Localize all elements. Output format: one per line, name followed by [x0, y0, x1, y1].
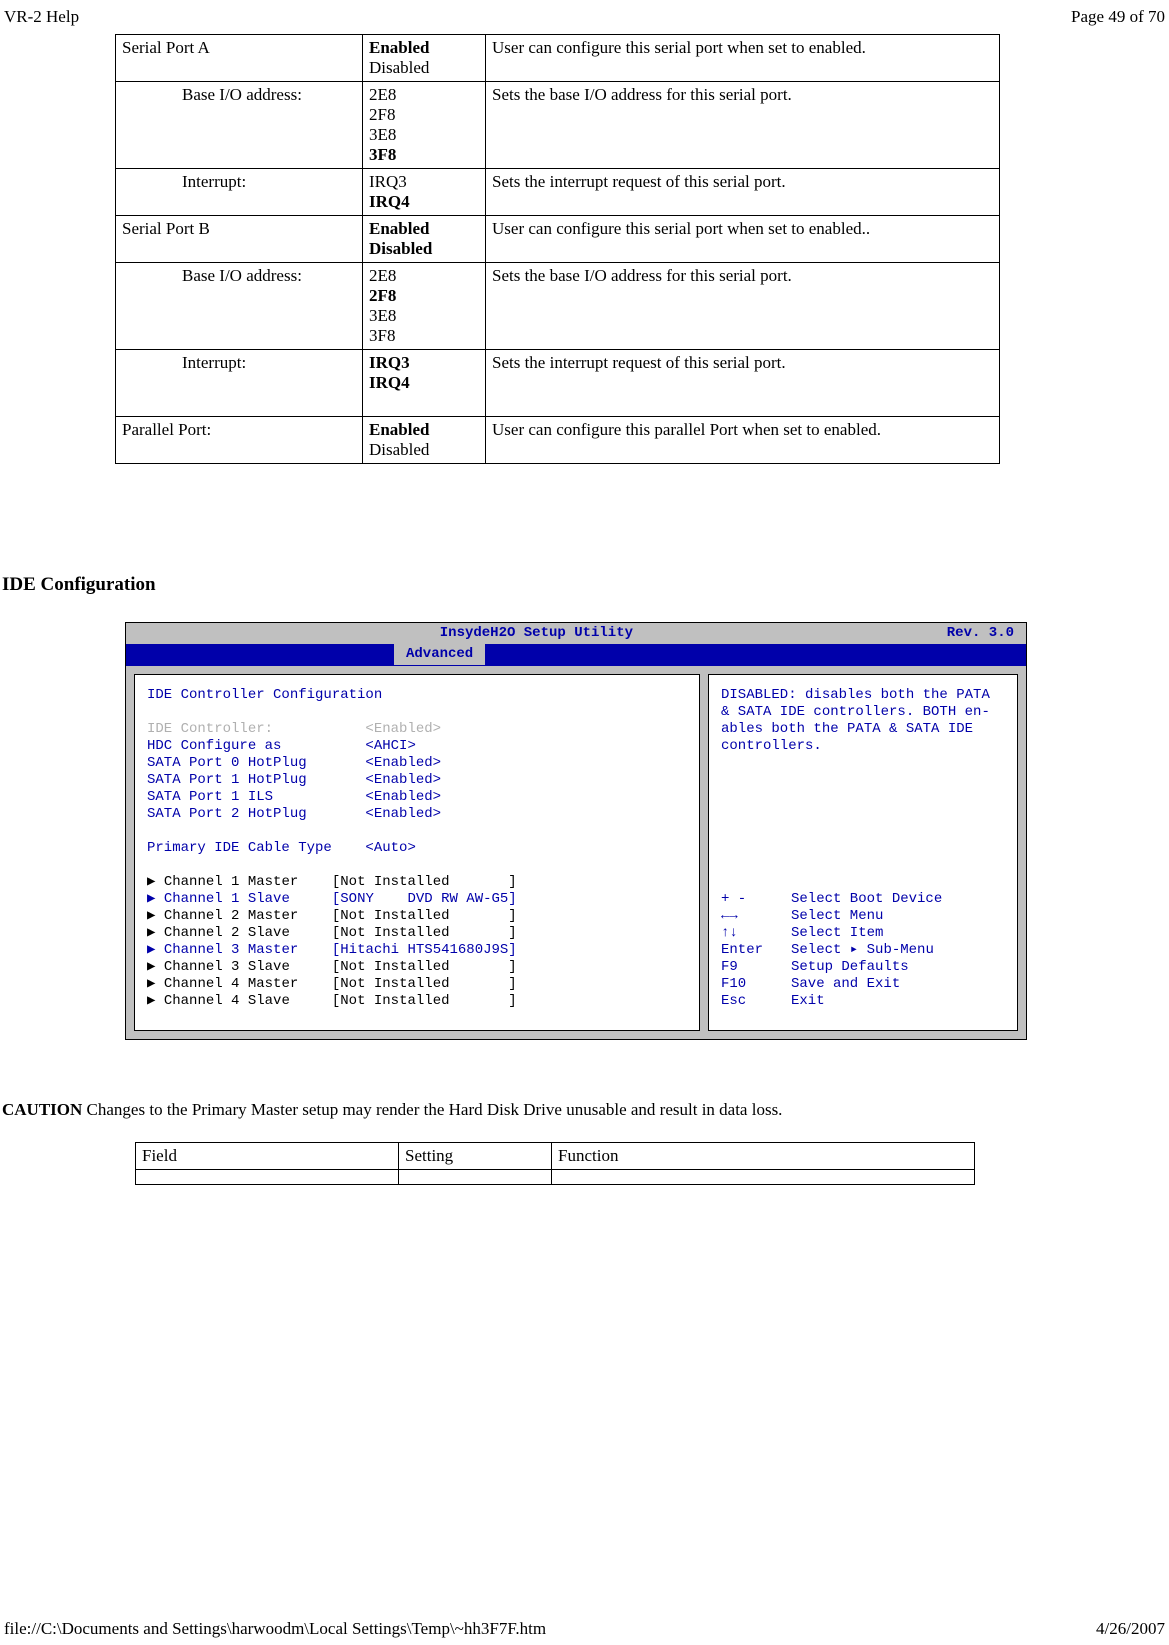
caution-line: CAUTION Changes to the Primary Master se…	[2, 1100, 1059, 1120]
bios-title: InsydeH2O Setup Utility	[440, 625, 633, 641]
col-setting: Setting	[399, 1143, 552, 1170]
empty-cell	[399, 1170, 552, 1185]
table-row: Serial Port BEnabledDisabledUser can con…	[116, 216, 1000, 263]
table-header-row: Field Setting Function	[136, 1143, 975, 1170]
bios-channel-row: ▶ Channel 2 Slave [Not Installed ]	[147, 925, 687, 942]
header-left: VR-2 Help	[4, 7, 79, 27]
page: VR-2 Help Page 49 of 70 Serial Port AEna…	[0, 0, 1169, 1645]
field-cell: Base I/O address:	[176, 263, 363, 350]
setting-cell: EnabledDisabled	[363, 35, 486, 82]
section-heading: IDE Configuration	[2, 574, 1059, 596]
content: Serial Port AEnabledDisabledUser can con…	[0, 0, 1169, 1185]
indent-cell	[116, 82, 177, 169]
empty-cell	[136, 1170, 399, 1185]
setting-cell: EnabledDisabled	[363, 216, 486, 263]
bios-revision: Rev. 3.0	[947, 625, 1026, 642]
field-cell: Serial Port B	[116, 216, 363, 263]
bios-key-line: EnterSelect ▸ Sub-Menu	[721, 942, 1005, 959]
bios-config-row: SATA Port 1 HotPlug <Enabled>	[147, 772, 687, 789]
setting-cell: IRQ3IRQ4	[363, 350, 486, 417]
bios-menu-tab: Advanced	[394, 644, 485, 665]
indent-cell	[116, 169, 177, 216]
function-cell: Sets the base I/O address for this seria…	[486, 263, 1000, 350]
setting-cell: IRQ3IRQ4	[363, 169, 486, 216]
bios-channel-row: ▶ Channel 3 Slave [Not Installed ]	[147, 959, 687, 976]
field-cell: Serial Port A	[116, 35, 363, 82]
function-cell: Sets the interrupt request of this seria…	[486, 169, 1000, 216]
bios-keys-block: + -Select Boot Device←→Select Menu↑↓Sele…	[721, 891, 1005, 1010]
field-cell: Parallel Port:	[116, 417, 363, 464]
bios-heading: IDE Controller Configuration	[147, 687, 687, 704]
setting-cell: EnabledDisabled	[363, 417, 486, 464]
settings-table-2: Field Setting Function	[135, 1142, 975, 1185]
table-row: Base I/O address:2E82F83E83F8Sets the ba…	[116, 263, 1000, 350]
bios-right-pane: DISABLED: disables both the PATA & SATA …	[708, 674, 1018, 1031]
table-row: Interrupt:IRQ3IRQ4Sets the interrupt req…	[116, 169, 1000, 216]
settings-table: Serial Port AEnabledDisabledUser can con…	[115, 34, 1000, 464]
bios-left-pane: IDE Controller Configuration IDE Controll…	[134, 674, 700, 1031]
table-empty-row	[136, 1170, 975, 1185]
function-cell: User can configure this serial port when…	[486, 216, 1000, 263]
bios-menubar: Advanced	[126, 644, 1026, 666]
indent-cell	[116, 263, 177, 350]
bios-channel-row: ▶ Channel 1 Slave [SONY DVD RW AW-G5]	[147, 891, 687, 908]
bios-config-row: SATA Port 0 HotPlug <Enabled>	[147, 755, 687, 772]
empty-cell	[552, 1170, 975, 1185]
header-right: Page 49 of 70	[1071, 7, 1165, 27]
function-cell: User can configure this parallel Port wh…	[486, 417, 1000, 464]
bios-cable-row: Primary IDE Cable Type <Auto>	[147, 840, 687, 857]
table-row: Parallel Port:EnabledDisabledUser can co…	[116, 417, 1000, 464]
footer-right: 4/26/2007	[1096, 1619, 1165, 1639]
col-field: Field	[136, 1143, 399, 1170]
col-function: Function	[552, 1143, 975, 1170]
bios-config-row: SATA Port 1 ILS <Enabled>	[147, 789, 687, 806]
bios-config-row: IDE Controller: <Enabled>	[147, 721, 687, 738]
bios-key-line: F9Setup Defaults	[721, 959, 1005, 976]
function-cell: User can configure this serial port when…	[486, 35, 1000, 82]
indent-cell	[116, 350, 177, 417]
bios-config-row: SATA Port 2 HotPlug <Enabled>	[147, 806, 687, 823]
bios-channel-row: ▶ Channel 2 Master [Not Installed ]	[147, 908, 687, 925]
bios-body: IDE Controller Configuration IDE Controll…	[126, 666, 1026, 1039]
function-cell: Sets the base I/O address for this seria…	[486, 82, 1000, 169]
setting-cell: 2E82F83E83F8	[363, 263, 486, 350]
table-row: Base I/O address:2E82F83E83F8Sets the ba…	[116, 82, 1000, 169]
footer-left: file://C:\Documents and Settings\harwood…	[4, 1619, 546, 1639]
bios-channel-row: ▶ Channel 4 Slave [Not Installed ]	[147, 993, 687, 1010]
bios-titlebar: InsydeH2O Setup Utility Rev. 3.0	[126, 623, 1026, 644]
bios-key-line: + -Select Boot Device	[721, 891, 1005, 908]
field-cell: Base I/O address:	[176, 82, 363, 169]
caution-text: Changes to the Primary Master setup may …	[82, 1100, 782, 1119]
bios-help-block: DISABLED: disables both the PATA & SATA …	[721, 687, 1005, 755]
bios-key-line: ↑↓Select Item	[721, 925, 1005, 942]
field-cell: Interrupt:	[176, 350, 363, 417]
bios-key-line: ←→Select Menu	[721, 908, 1005, 925]
bios-channel-row: ▶ Channel 1 Master [Not Installed ]	[147, 874, 687, 891]
bios-channel-row: ▶ Channel 4 Master [Not Installed ]	[147, 976, 687, 993]
function-cell: Sets the interrupt request of this seria…	[486, 350, 1000, 417]
caution-label: CAUTION	[2, 1100, 82, 1119]
bios-config-row: HDC Configure as <AHCI>	[147, 738, 687, 755]
table-row: Interrupt:IRQ3IRQ4 Sets the interrupt re…	[116, 350, 1000, 417]
bios-key-line: F10Save and Exit	[721, 976, 1005, 993]
field-cell: Interrupt:	[176, 169, 363, 216]
bios-key-line: EscExit	[721, 993, 1005, 1010]
setting-cell: 2E82F83E83F8	[363, 82, 486, 169]
bios-screenshot: InsydeH2O Setup Utility Rev. 3.0 Advance…	[125, 622, 1027, 1040]
bios-channel-row: ▶ Channel 3 Master [Hitachi HTS541680J9S…	[147, 942, 687, 959]
table-row: Serial Port AEnabledDisabledUser can con…	[116, 35, 1000, 82]
